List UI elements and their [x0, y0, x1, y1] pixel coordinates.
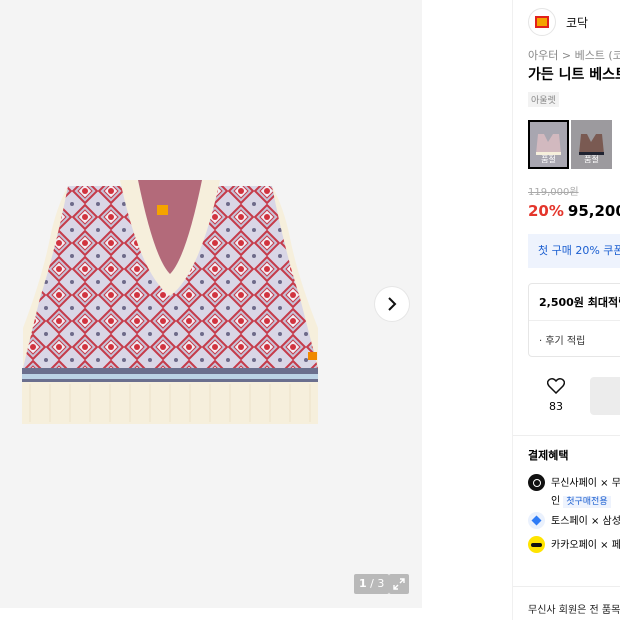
kakao-pay-icon	[528, 536, 545, 553]
payment-benefits-title: 결제혜택	[528, 449, 569, 462]
payment-benefit-text: 카카오페이 × 페	[551, 540, 620, 551]
product-image-gallery: 1 / 3	[0, 0, 422, 608]
brand-link[interactable]: 코닥	[528, 8, 588, 36]
image-counter-current: 1	[359, 577, 367, 590]
max-points: 2,500원 최대적립	[539, 296, 620, 309]
toss-pay-icon	[528, 512, 545, 529]
payment-benefit-kakao[interactable]: 카카오페이 × 페	[528, 536, 620, 553]
color-swatch-1[interactable]: 품절	[528, 120, 569, 169]
divider	[513, 586, 620, 587]
discount-rate: 20%	[528, 202, 564, 220]
divider	[513, 435, 620, 436]
swatch-soldout-label: 품절	[584, 155, 599, 164]
product-info-panel: 코닥 아우터 > 베스트 (코닥 가든 니트 베스트 아울렛 품절 품절	[512, 0, 620, 620]
brand-logo	[528, 8, 556, 36]
divider	[529, 320, 620, 321]
expand-image-button[interactable]	[389, 574, 409, 594]
payment-benefit-toss[interactable]: 토스페이 × 삼성	[528, 512, 620, 529]
product-title: 가든 니트 베스트	[528, 67, 620, 83]
chevron-right-icon	[388, 297, 397, 311]
first-purchase-coupon-banner[interactable]: 첫 구매 20% 쿠폰	[528, 234, 620, 268]
payment-benefit-text: 무신사페이 × 무	[551, 478, 620, 489]
purchase-button[interactable]	[590, 377, 620, 415]
like-button[interactable]: 83	[536, 378, 576, 413]
color-swatches: 품절 품절	[528, 120, 612, 169]
image-counter: 1 / 3	[354, 574, 390, 594]
payment-benefit-subtext: 인	[551, 496, 561, 507]
payment-benefit-text: 토스페이 × 삼성	[551, 516, 620, 527]
next-image-button[interactable]	[375, 287, 409, 321]
product-image	[22, 180, 318, 424]
expand-icon	[393, 578, 405, 590]
like-count: 83	[549, 400, 563, 413]
original-price: 119,000원	[528, 187, 579, 198]
brand-name: 코닥	[566, 15, 589, 30]
heart-icon	[546, 378, 566, 395]
image-counter-total: 3	[377, 577, 385, 590]
review-points: · 후기 적립	[539, 336, 586, 347]
payment-benefit-musinsa[interactable]: 무신사페이 × 무 인 첫구매전용	[528, 474, 620, 508]
swatch-soldout-label: 품절	[541, 155, 556, 164]
color-swatch-2[interactable]: 품절	[571, 120, 612, 169]
sale-price: 95,200원	[567, 202, 620, 220]
points-box: 2,500원 최대적립 · 후기 적립	[528, 283, 620, 357]
breadcrumb[interactable]: 아우터 > 베스트 (코닥	[528, 47, 620, 63]
price-row: 20%95,200원	[528, 200, 620, 221]
musinsa-pay-icon	[528, 474, 545, 491]
first-purchase-chip: 첫구매전용	[563, 496, 611, 508]
member-benefit-text: 무신사 회원은 전 품목	[528, 605, 620, 616]
outlet-badge: 아울렛	[528, 92, 559, 107]
image-counter-separator: /	[366, 577, 378, 590]
